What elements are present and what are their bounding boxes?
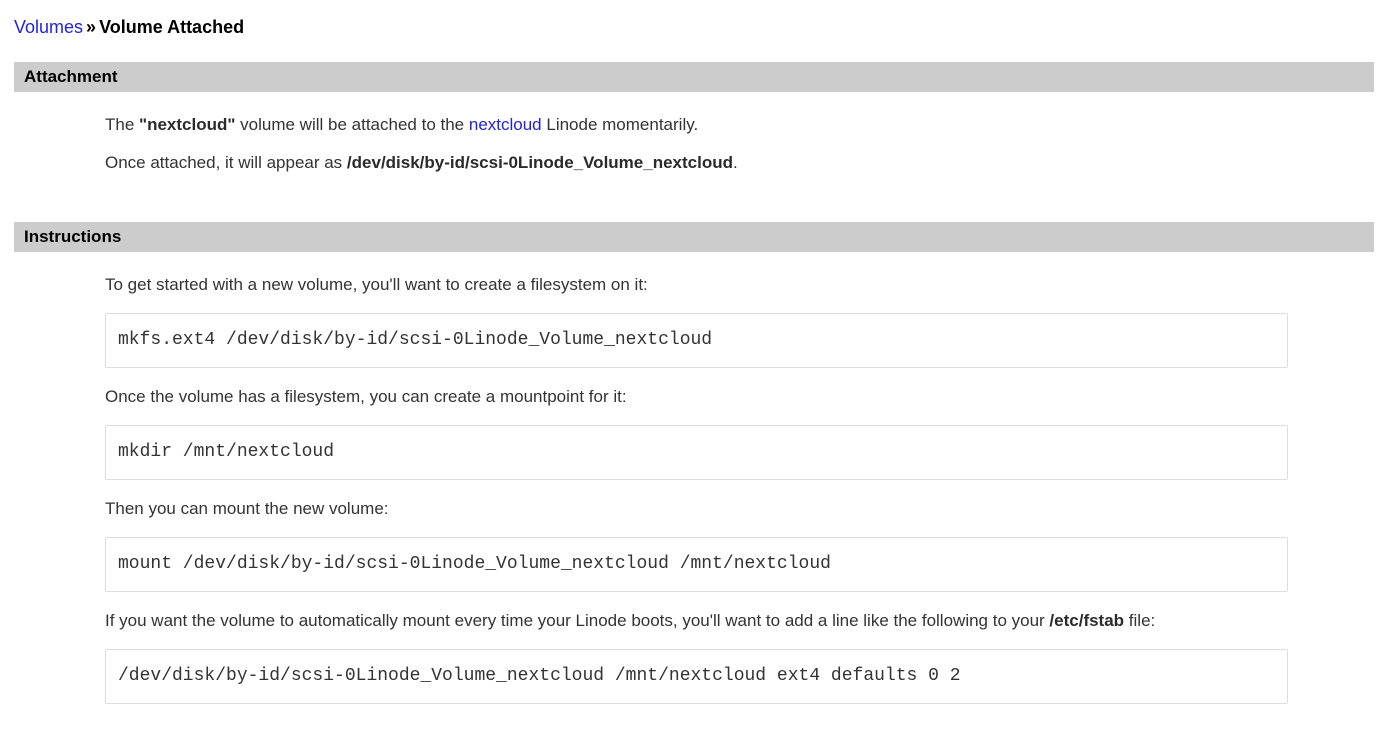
- text: Linode momentarily.: [542, 115, 699, 134]
- breadcrumb-volumes-link[interactable]: Volumes: [14, 17, 83, 37]
- text: .: [733, 153, 738, 172]
- section-header-instructions: Instructions: [14, 222, 1374, 252]
- inline-link[interactable]: nextcloud: [469, 115, 542, 134]
- breadcrumb-separator-icon: »: [83, 17, 99, 37]
- code-block: mkdir /mnt/nextcloud: [105, 425, 1288, 480]
- code-block: /dev/disk/by-id/scsi-0Linode_Volume_next…: [105, 649, 1288, 704]
- volume-attached-page: Volumes»Volume Attached Attachment The "n…: [0, 0, 1388, 725]
- text: Once attached, it will appear as: [105, 153, 347, 172]
- bold-text: /etc/fstab: [1049, 611, 1124, 630]
- section-body-instructions: To get started with a new volume, you'll…: [14, 252, 1374, 725]
- text: To get started with a new volume, you'll…: [105, 275, 648, 294]
- section-body-attachment: The "nextcloud" volume will be attached …: [14, 92, 1374, 197]
- paragraph: Once attached, it will appear as /dev/di…: [105, 153, 1288, 172]
- text: file:: [1124, 611, 1155, 630]
- breadcrumb: Volumes»Volume Attached: [14, 17, 1374, 37]
- sections-container: Attachment The "nextcloud" volume will be…: [14, 62, 1374, 725]
- text: The: [105, 115, 139, 134]
- code-block: mount /dev/disk/by-id/scsi-0Linode_Volum…: [105, 537, 1288, 592]
- paragraph: If you want the volume to automatically …: [105, 611, 1288, 630]
- bold-text: "nextcloud": [139, 115, 235, 134]
- paragraph: Then you can mount the new volume:: [105, 499, 1288, 518]
- paragraph: The "nextcloud" volume will be attached …: [105, 115, 1288, 134]
- section-header-attachment: Attachment: [14, 62, 1374, 92]
- paragraph: Once the volume has a filesystem, you ca…: [105, 387, 1288, 406]
- text: Then you can mount the new volume:: [105, 499, 389, 518]
- text: If you want the volume to automatically …: [105, 611, 1049, 630]
- breadcrumb-current-page: Volume Attached: [99, 17, 244, 37]
- text: volume will be attached to the: [235, 115, 468, 134]
- code-block: mkfs.ext4 /dev/disk/by-id/scsi-0Linode_V…: [105, 313, 1288, 368]
- paragraph: To get started with a new volume, you'll…: [105, 275, 1288, 294]
- text: Once the volume has a filesystem, you ca…: [105, 387, 627, 406]
- bold-text: /dev/disk/by-id/scsi-0Linode_Volume_next…: [347, 153, 733, 172]
